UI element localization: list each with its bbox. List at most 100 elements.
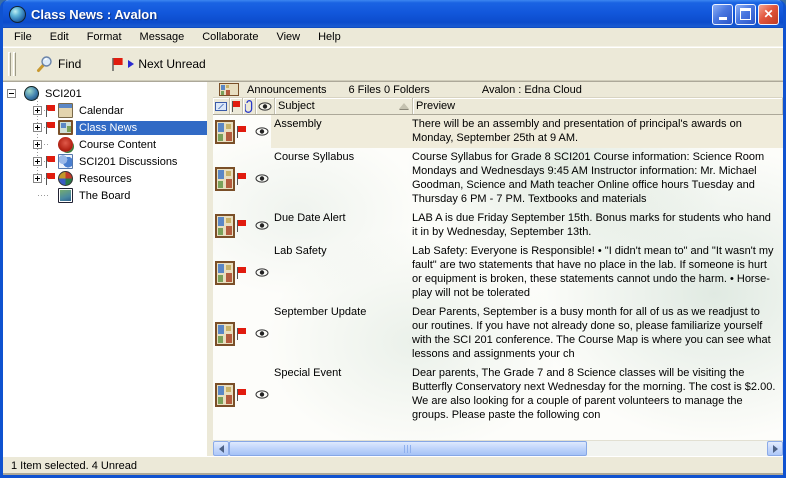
message-row[interactable]: Course Syllabus Course Syllabus for Grad… xyxy=(213,148,783,209)
message-row[interactable]: Due Date Alert LAB A is due Friday Septe… xyxy=(213,209,783,242)
row-icons xyxy=(213,303,271,364)
row-icons xyxy=(213,242,271,303)
tree-item[interactable]: Calendar xyxy=(3,102,207,119)
unread-flag-icon xyxy=(46,105,55,117)
menu-item[interactable]: Message xyxy=(131,29,194,45)
message-panel: Announcements 6 Files 0 Folders Avalon :… xyxy=(213,82,783,456)
bulletin-board-icon xyxy=(215,120,235,144)
column-header-row: Subject Preview xyxy=(213,98,783,115)
tree-item[interactable]: Course Content xyxy=(3,136,207,153)
eye-icon xyxy=(255,127,269,136)
tree-item-label: Class News xyxy=(76,121,207,135)
menu-item[interactable]: Edit xyxy=(41,29,78,45)
message-preview: Lab Safety: Everyone is Responsible! • "… xyxy=(409,242,783,303)
menu-item[interactable]: File xyxy=(5,29,41,45)
bulletin-board-icon xyxy=(215,167,235,191)
scrollbar-track[interactable] xyxy=(587,441,767,456)
bulletin-board-icon xyxy=(215,214,235,238)
message-preview: Course Syllabus for Grade 8 SCI201 Cours… xyxy=(409,148,783,209)
message-subject: Course Syllabus xyxy=(271,148,409,209)
tree-item-label: Course Content xyxy=(76,138,159,152)
toolbar-grip[interactable] xyxy=(8,52,11,76)
column-subject[interactable]: Subject xyxy=(275,98,413,114)
window-title: Class News : Avalon xyxy=(31,7,712,22)
row-icons xyxy=(213,115,271,148)
left-arrow-icon xyxy=(219,445,224,453)
bulletin-board-icon xyxy=(215,383,235,407)
tree-children: Calendar Class News Course Content xyxy=(3,102,207,204)
folder-tree: SCI201 Calendar Class News xyxy=(3,82,207,456)
scroll-left-button[interactable] xyxy=(213,441,229,456)
tree-root-label: SCI201 xyxy=(42,87,85,101)
column-message-type[interactable] xyxy=(213,98,230,114)
row-icons xyxy=(213,148,271,209)
message-subject: Special Event xyxy=(271,364,409,425)
menu-item[interactable]: Help xyxy=(309,29,350,45)
tree-item-label: SCI201 Discussions xyxy=(76,155,180,169)
expand-icon[interactable] xyxy=(33,140,42,149)
status-bar: 1 Item selected. 4 Unread xyxy=(3,456,783,475)
unread-flag-icon xyxy=(237,126,246,138)
menu-item[interactable]: Format xyxy=(78,29,131,45)
title-bar[interactable]: Class News : Avalon ✕ xyxy=(3,0,783,28)
row-icons xyxy=(213,209,271,242)
eye-icon xyxy=(255,390,269,399)
expand-icon[interactable] xyxy=(33,157,42,166)
eye-icon xyxy=(255,221,269,230)
unread-flag-icon xyxy=(111,57,123,72)
tree-item[interactable]: The Board xyxy=(3,187,207,204)
file-folder-counts: 6 Files 0 Folders xyxy=(349,84,430,96)
subject-header-label: Subject xyxy=(278,100,315,112)
unread-flag-icon xyxy=(46,173,55,185)
maximize-button[interactable] xyxy=(735,4,756,25)
message-row[interactable]: Assembly There will be an assembly and p… xyxy=(213,115,783,148)
column-read-status[interactable] xyxy=(256,98,275,114)
bulletin-board-icon xyxy=(215,322,235,346)
tree-item[interactable]: Resources xyxy=(3,170,207,187)
panel-header: Announcements 6 Files 0 Folders Avalon :… xyxy=(213,82,783,98)
preview-header-label: Preview xyxy=(416,100,455,112)
expand-icon[interactable] xyxy=(33,174,42,183)
paperclip-icon xyxy=(245,100,254,113)
eye-icon xyxy=(255,329,269,338)
tree-root-sci201[interactable]: SCI201 xyxy=(3,85,207,102)
flag-icon xyxy=(232,101,241,112)
column-attachment[interactable] xyxy=(243,98,256,114)
next-unread-label: Next Unread xyxy=(138,57,205,71)
message-preview: There will be an assembly and presentati… xyxy=(409,115,783,148)
scrollbar-thumb[interactable] xyxy=(229,441,587,456)
menu-item[interactable]: Collaborate xyxy=(193,29,267,45)
expand-icon[interactable] xyxy=(33,123,42,132)
message-row[interactable]: September Update Dear Parents, September… xyxy=(213,303,783,364)
tree-item-icon xyxy=(58,171,73,186)
tree-item-label: Calendar xyxy=(76,104,127,118)
close-button[interactable]: ✕ xyxy=(758,4,779,25)
expand-icon[interactable] xyxy=(33,106,42,115)
message-row[interactable]: Special Event Dear parents, The Grade 7 … xyxy=(213,364,783,425)
eye-icon xyxy=(255,174,269,183)
app-globe-icon xyxy=(9,6,26,23)
unread-flag-icon xyxy=(237,173,246,185)
main-area: SCI201 Calendar Class News xyxy=(3,81,783,456)
menu-bar: File Edit Format Message Collaborate Vie… xyxy=(3,28,783,47)
tree-item-icon xyxy=(58,103,73,118)
tree-item[interactable]: Class News xyxy=(3,119,207,136)
bulletin-board-icon xyxy=(215,261,235,285)
find-button[interactable]: Find xyxy=(30,52,87,76)
tree-item-icon xyxy=(58,137,73,152)
minimize-button[interactable] xyxy=(712,4,733,25)
tree-item-icon xyxy=(58,188,73,203)
menu-item[interactable]: View xyxy=(267,29,309,45)
message-row[interactable]: Lab Safety Lab Safety: Everyone is Respo… xyxy=(213,242,783,303)
message-icon xyxy=(215,102,227,111)
next-unread-button[interactable]: Next Unread xyxy=(105,54,211,75)
find-label: Find xyxy=(58,57,81,71)
toolbar-grip[interactable] xyxy=(13,52,16,76)
scroll-right-button[interactable] xyxy=(767,441,783,456)
toolbar: Find Next Unread xyxy=(3,47,783,81)
tree-item[interactable]: SCI201 Discussions xyxy=(3,153,207,170)
column-preview[interactable]: Preview xyxy=(413,98,783,114)
column-flag[interactable] xyxy=(230,98,243,114)
unread-flag-icon xyxy=(46,156,55,168)
collapse-icon[interactable] xyxy=(7,89,16,98)
